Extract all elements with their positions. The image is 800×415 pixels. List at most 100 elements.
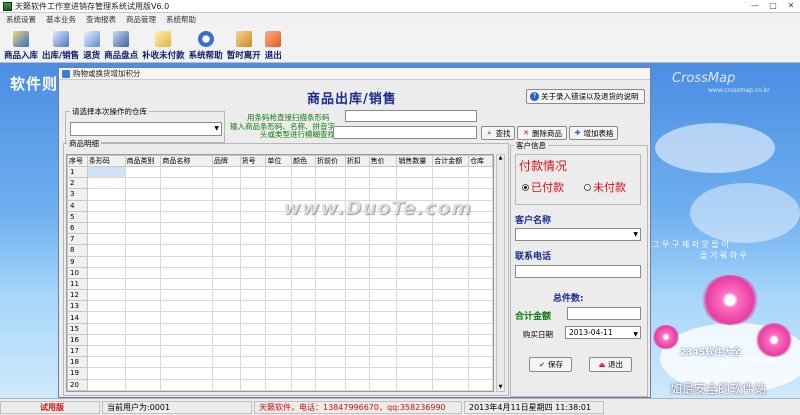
table-row[interactable]: 7 bbox=[67, 233, 493, 246]
table-cell[interactable] bbox=[368, 378, 398, 391]
table-cell[interactable] bbox=[160, 300, 213, 313]
table-cell[interactable] bbox=[432, 177, 470, 190]
table-cell[interactable] bbox=[368, 322, 398, 335]
table-cell[interactable] bbox=[432, 322, 470, 335]
column-header[interactable]: 商品名称 bbox=[160, 155, 213, 167]
table-cell[interactable] bbox=[368, 333, 398, 347]
table-cell[interactable] bbox=[468, 378, 493, 391]
table-cell[interactable] bbox=[368, 300, 398, 313]
table-cell[interactable] bbox=[265, 378, 293, 391]
table-cell[interactable] bbox=[291, 378, 316, 391]
table-cell[interactable] bbox=[314, 266, 346, 279]
table-cell[interactable] bbox=[314, 356, 346, 369]
table-cell[interactable] bbox=[468, 210, 493, 223]
table-cell[interactable] bbox=[86, 177, 126, 190]
table-cell[interactable] bbox=[160, 221, 213, 235]
column-header[interactable]: 折扣 bbox=[344, 155, 370, 167]
table-cell[interactable] bbox=[124, 221, 162, 235]
table-cell[interactable] bbox=[468, 356, 493, 369]
table-cell[interactable] bbox=[314, 233, 346, 246]
table-row[interactable]: 15 bbox=[67, 322, 493, 335]
table-cell[interactable] bbox=[124, 210, 162, 223]
table-cell[interactable] bbox=[265, 244, 293, 257]
table-cell[interactable] bbox=[396, 177, 434, 190]
unpaid-radio[interactable]: 未付款 bbox=[584, 179, 626, 195]
table-cell[interactable] bbox=[368, 289, 398, 302]
table-cell[interactable] bbox=[211, 199, 241, 212]
table-cell[interactable] bbox=[314, 221, 346, 235]
table-cell[interactable] bbox=[396, 289, 434, 302]
table-cell[interactable] bbox=[396, 300, 434, 313]
table-cell[interactable] bbox=[160, 199, 213, 212]
toolbar-button-collect-unpaid[interactable]: 补收未付款 bbox=[140, 25, 187, 61]
table-row[interactable]: 8 bbox=[67, 244, 493, 257]
table-cell[interactable] bbox=[344, 311, 370, 324]
table-cell[interactable] bbox=[86, 165, 126, 179]
table-cell[interactable] bbox=[86, 188, 126, 201]
table-cell[interactable] bbox=[344, 277, 370, 291]
table-cell[interactable] bbox=[344, 333, 370, 347]
table-cell[interactable] bbox=[124, 165, 162, 179]
table-cell[interactable] bbox=[211, 356, 241, 369]
table-cell[interactable] bbox=[211, 244, 241, 257]
table-cell[interactable] bbox=[291, 300, 316, 313]
table-cell[interactable] bbox=[124, 367, 162, 380]
table-cell[interactable] bbox=[432, 165, 470, 179]
table-cell[interactable] bbox=[86, 244, 126, 257]
table-cell[interactable] bbox=[211, 289, 241, 302]
table-cell[interactable] bbox=[468, 199, 493, 212]
table-cell[interactable] bbox=[468, 165, 493, 179]
table-cell[interactable] bbox=[265, 233, 293, 246]
table-cell[interactable] bbox=[368, 266, 398, 279]
table-row[interactable]: 11 bbox=[67, 277, 493, 291]
table-cell[interactable] bbox=[211, 300, 241, 313]
table-cell[interactable] bbox=[160, 311, 213, 324]
table-cell[interactable] bbox=[291, 356, 316, 369]
table-cell[interactable] bbox=[432, 266, 470, 279]
table-cell[interactable] bbox=[344, 233, 370, 246]
table-cell[interactable] bbox=[265, 221, 293, 235]
table-cell[interactable] bbox=[239, 255, 267, 268]
menu-item[interactable]: 系统帮助 bbox=[166, 14, 196, 25]
table-cell[interactable] bbox=[211, 378, 241, 391]
table-row[interactable]: 17 bbox=[67, 344, 493, 358]
barcode-scan-input[interactable] bbox=[345, 110, 477, 122]
table-cell[interactable] bbox=[396, 333, 434, 347]
table-cell[interactable] bbox=[86, 289, 126, 302]
table-cell[interactable] bbox=[239, 378, 267, 391]
column-header[interactable]: 仓库 bbox=[468, 155, 493, 167]
table-cell[interactable] bbox=[291, 266, 316, 279]
table-cell[interactable] bbox=[124, 356, 162, 369]
column-header[interactable]: 货号 bbox=[239, 155, 267, 167]
table-cell[interactable] bbox=[160, 177, 213, 190]
table-cell[interactable] bbox=[314, 289, 346, 302]
table-cell[interactable] bbox=[211, 255, 241, 268]
toolbar-button-return[interactable]: 退货 bbox=[81, 25, 102, 61]
table-cell[interactable] bbox=[86, 266, 126, 279]
table-cell[interactable] bbox=[291, 344, 316, 358]
table-cell[interactable] bbox=[160, 188, 213, 201]
table-cell[interactable] bbox=[86, 300, 126, 313]
table-cell[interactable] bbox=[239, 233, 267, 246]
table-cell[interactable] bbox=[314, 300, 346, 313]
table-cell[interactable] bbox=[124, 188, 162, 201]
table-cell[interactable] bbox=[368, 367, 398, 380]
paid-radio[interactable]: 已付款 bbox=[522, 179, 564, 195]
column-header[interactable]: 条形码 bbox=[86, 155, 126, 167]
table-cell[interactable] bbox=[160, 356, 213, 369]
table-cell[interactable] bbox=[211, 177, 241, 190]
table-cell[interactable] bbox=[86, 311, 126, 324]
table-cell[interactable] bbox=[86, 367, 126, 380]
exit-button[interactable]: ⏏ 退出 bbox=[589, 357, 632, 372]
table-cell[interactable] bbox=[396, 344, 434, 358]
table-cell[interactable] bbox=[160, 210, 213, 223]
table-cell[interactable] bbox=[314, 378, 346, 391]
table-row[interactable]: 18 bbox=[67, 356, 493, 369]
table-cell[interactable] bbox=[468, 344, 493, 358]
table-row[interactable]: 10 bbox=[67, 266, 493, 279]
table-cell[interactable] bbox=[291, 333, 316, 347]
table-cell[interactable] bbox=[211, 322, 241, 335]
table-cell[interactable] bbox=[86, 356, 126, 369]
table-cell[interactable] bbox=[468, 266, 493, 279]
table-cell[interactable] bbox=[368, 165, 398, 179]
